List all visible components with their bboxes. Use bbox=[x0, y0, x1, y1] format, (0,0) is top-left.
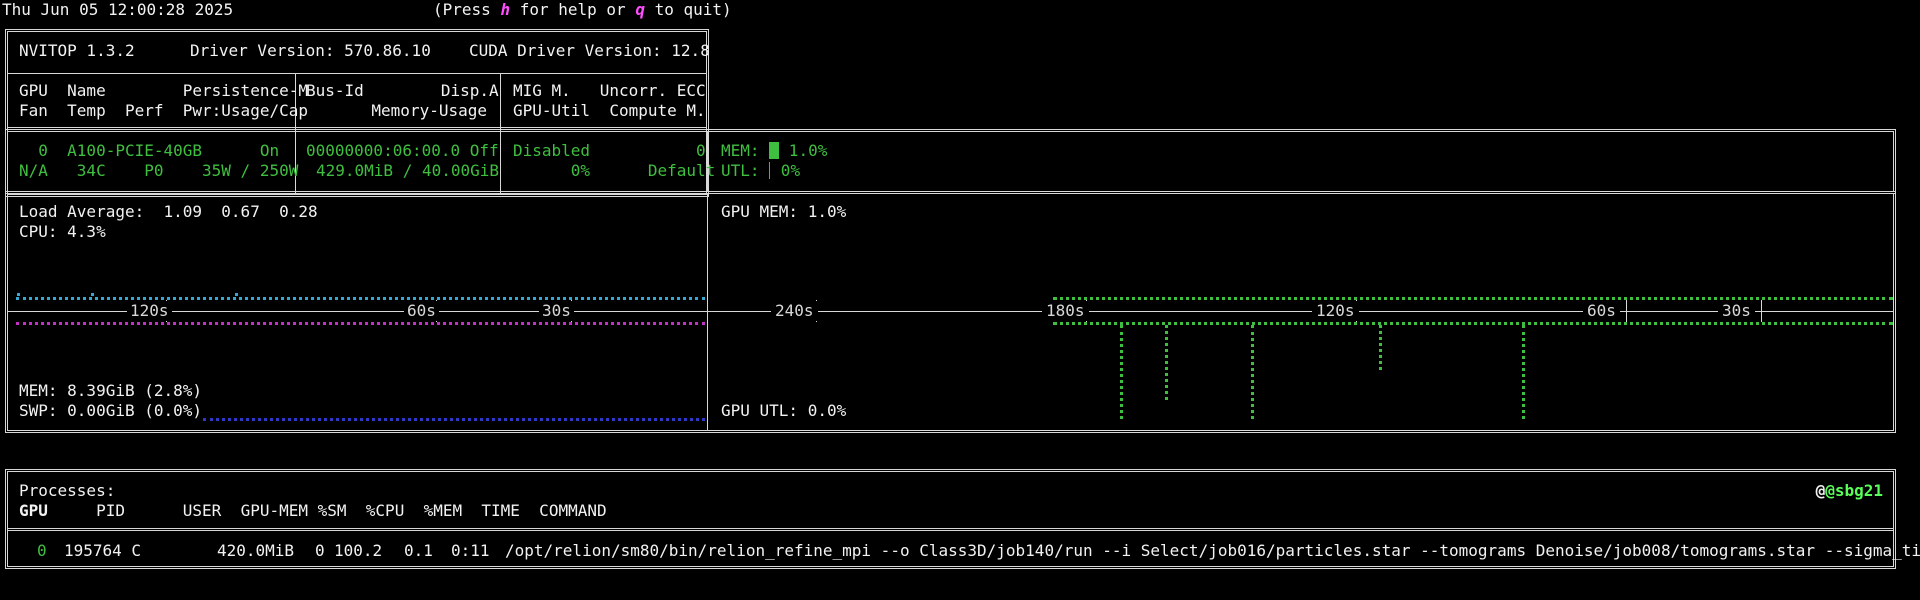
process-cpu: 100.2 bbox=[334, 541, 383, 560]
gpu-mem-series bbox=[1053, 297, 1893, 300]
processes-title: Processes: bbox=[19, 481, 116, 500]
driver-version: Driver Version: 570.86.10 bbox=[190, 41, 431, 60]
header-divider bbox=[8, 73, 706, 74]
process-gpu-mem: 420.0MiB bbox=[217, 541, 295, 560]
header-columns: PID USER GPU-MEM %SM %CPU %MEM TIME COMM… bbox=[47, 501, 607, 520]
process-sm: 0 bbox=[315, 541, 325, 560]
col-header: Bus-Id Disp.A bbox=[306, 81, 499, 100]
bus-id: 00000000:06:00.0 Off bbox=[306, 141, 499, 160]
load-average: Load Average: 1.09 0.67 0.28 bbox=[19, 202, 318, 221]
gpu-util-spike bbox=[1120, 325, 1123, 419]
mem-bar bbox=[769, 142, 780, 159]
axis-label: 120s bbox=[1312, 301, 1359, 321]
header-gpu: GPU bbox=[19, 501, 48, 520]
cpu-spike bbox=[17, 293, 20, 296]
gpu-util-spike bbox=[1379, 325, 1382, 370]
gpu-row: 0 A100-PCIE-40GB On bbox=[19, 141, 280, 160]
axis-tick bbox=[1761, 300, 1762, 322]
swap-series bbox=[203, 418, 705, 421]
gpu-mem-graph-label: GPU MEM: 1.0% bbox=[721, 202, 847, 221]
process-mem: 0.1 bbox=[404, 541, 433, 560]
col-header: Fan Temp Perf Pwr:Usage/Cap bbox=[19, 101, 308, 120]
host-swap: SWP: 0.00GiB (0.0%) bbox=[19, 401, 203, 420]
gpu-util-spike bbox=[1522, 325, 1525, 419]
utl-bar-row: UTL: 0% bbox=[721, 161, 801, 180]
cpu-percent: CPU: 4.3% bbox=[19, 222, 106, 241]
process-command: /opt/relion/sm80/bin/relion_refine_mpi -… bbox=[505, 541, 1920, 560]
help-key: h bbox=[500, 0, 511, 19]
mem-series bbox=[16, 322, 705, 325]
host-time-axis: 120s 60s 30s bbox=[8, 300, 707, 322]
process-gpu: 0 bbox=[37, 541, 47, 560]
cpu-spike bbox=[235, 293, 238, 296]
nvitop-version: NVITOP 1.3.2 bbox=[19, 41, 135, 60]
axis-label: 30s bbox=[539, 301, 574, 321]
mig-ecc: Disabled 0 bbox=[513, 141, 706, 160]
table-row[interactable]: 0 195764 C 420.0MiB 0 100.2 0.1 0:11 /op… bbox=[8, 532, 1920, 566]
col-header: Memory-Usage bbox=[371, 101, 487, 120]
axis-label: 60s bbox=[1583, 301, 1620, 321]
process-time: 0:11 bbox=[451, 541, 490, 560]
host-mem: MEM: 8.39GiB (2.8%) bbox=[19, 381, 203, 400]
cpu-spike bbox=[91, 293, 94, 296]
axis-label: 240s bbox=[771, 301, 818, 321]
gpu-util-spike bbox=[1251, 325, 1254, 419]
quit-key: q bbox=[635, 0, 645, 19]
memory-usage: 429.0MiB / 40.00GiB bbox=[316, 161, 500, 180]
gpu-utl-graph-label: GPU UTL: 0.0% bbox=[721, 401, 847, 420]
col-header: GPU Name Persistence-M bbox=[19, 81, 308, 100]
axis-line bbox=[8, 311, 707, 312]
col-header: GPU-Util Compute M. bbox=[513, 101, 706, 120]
cuda-version: CUDA Driver Version: 12.8 bbox=[469, 41, 710, 60]
axis-label: 60s bbox=[404, 301, 439, 321]
process-pid: 195764 C bbox=[64, 541, 142, 560]
axis-label: 30s bbox=[1718, 301, 1755, 321]
axis-label: 120s bbox=[127, 301, 172, 321]
processes-divider bbox=[8, 528, 1893, 531]
gpu-row: N/A 34C P0 35W / 250W bbox=[19, 161, 299, 180]
gpu-util-series bbox=[1053, 322, 1893, 325]
process-table-header: GPU PID USER GPU-MEM %SM %CPU %MEM TIME … bbox=[19, 501, 607, 521]
gpu-time-axis: 240s 180s 120s 60s 30s bbox=[708, 300, 1893, 322]
mem-bar-row: MEM: 1.0% bbox=[721, 141, 828, 160]
gpu-util: 0% Default bbox=[513, 161, 716, 180]
col-header: MIG M. Uncorr. ECC bbox=[513, 81, 706, 100]
axis-line bbox=[708, 311, 1893, 312]
help-hint: (Press h for help or q to quit) bbox=[433, 0, 732, 19]
gpu-util-spike bbox=[1165, 325, 1168, 400]
axis-label: 180s bbox=[1042, 301, 1089, 321]
datetime: Thu Jun 05 12:00:28 2025 bbox=[2, 0, 234, 19]
axis-tick bbox=[1626, 300, 1627, 322]
hostname: @@sbg21 bbox=[1815, 481, 1883, 500]
